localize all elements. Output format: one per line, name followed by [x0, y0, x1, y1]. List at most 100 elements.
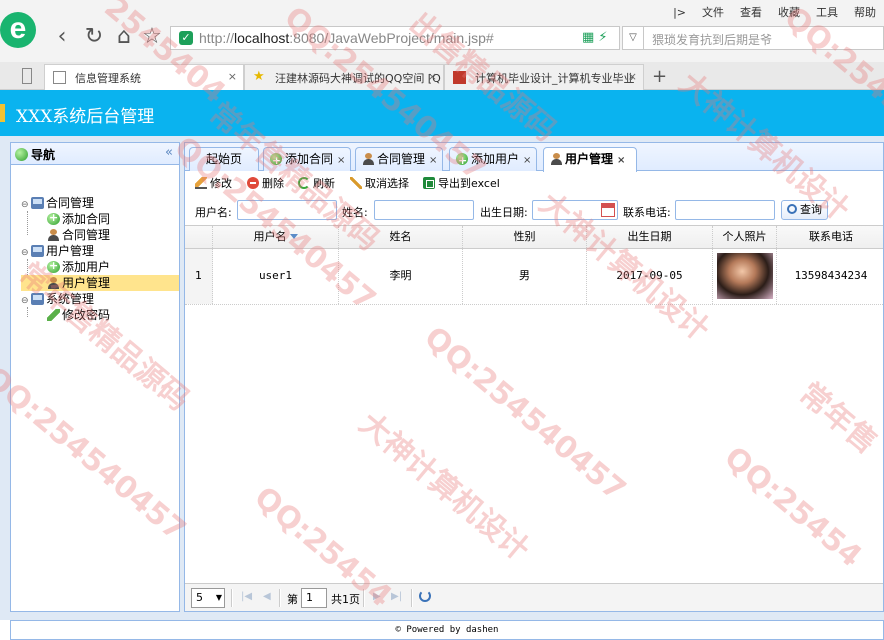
tree-group-system[interactable]: ⊖ 系统管理	[21, 291, 94, 307]
back-icon[interactable]: ‹	[50, 26, 74, 50]
search-form: 用户名: 姓名: 出生日期: 联系电话: 查询	[185, 197, 883, 223]
browser-menu-bar: |> 文件 查看 收藏 工具 帮助	[665, 4, 884, 22]
cancel-select-button[interactable]: 取消选择	[350, 176, 409, 192]
cell-photo	[713, 249, 777, 304]
tab-add-contract[interactable]: 添加合同×	[263, 147, 351, 172]
address-url: http://localhost:8080/JavaWebProject/mai…	[199, 30, 494, 46]
secure-shield-icon: ✓	[179, 31, 193, 45]
address-bar[interactable]: ✓ http://localhost:8080/JavaWebProject/m…	[170, 26, 620, 50]
export-excel-button[interactable]: 导出到excel	[423, 176, 500, 192]
add-icon	[47, 210, 60, 226]
add-icon	[456, 150, 468, 172]
tree-group-user[interactable]: ⊖ 用户管理	[21, 243, 94, 259]
tree-group-contract[interactable]: ⊖ 合同管理	[21, 195, 94, 211]
tab-contract-manage[interactable]: 合同管理 ×	[355, 147, 443, 171]
tab-label: 合同管理	[377, 152, 426, 166]
menu-item-view[interactable]: 查看	[732, 4, 770, 22]
menu-item-sidebar[interactable]: |>	[665, 4, 694, 22]
header-photo[interactable]: 个人照片	[713, 226, 777, 248]
collapse-icon[interactable]: «	[165, 145, 173, 160]
browser-tab-qq-space[interactable]: ★ 汪建林源码大神调试的QQ空间 [Q ×	[244, 64, 444, 90]
birth-label: 出生日期:	[480, 206, 528, 219]
main-area: 导航 « ⊖ 合同管理 添加合同 合同管理 ⊖ 用户管理 添加用户 用户管理	[0, 136, 884, 620]
new-tab-icon[interactable]: +	[652, 66, 667, 87]
name-input[interactable]	[374, 200, 474, 220]
collapse-tree-icon[interactable]: ⊖	[21, 293, 31, 309]
page-tabs: 起始页 添加合同× 合同管理× 添加用户× 用户管理×	[185, 143, 883, 172]
tab-user-manage[interactable]: 用户管理 ×	[543, 147, 637, 172]
tree-item-label: 添加用户	[62, 260, 111, 274]
undo-icon	[350, 177, 362, 189]
refresh-icon	[298, 177, 310, 189]
prev-page-icon[interactable]: ◀	[263, 591, 271, 602]
menu-item-file[interactable]: 文件	[694, 4, 732, 22]
total-pages: 共1页	[331, 593, 360, 606]
collapse-tree-icon[interactable]: ⊖	[21, 245, 31, 261]
tab-home[interactable]: 起始页	[189, 147, 259, 171]
birth-date-input[interactable]	[532, 200, 618, 220]
browser-tabstrip: 信息管理系统 × ★ 汪建林源码大神调试的QQ空间 [Q × 计算机毕业设计_计…	[0, 62, 884, 90]
table-row[interactable]: 1 user1 李明 男 2017-09-05 13598434234	[185, 249, 883, 305]
tree-item-contract-manage[interactable]: 合同管理	[47, 227, 110, 243]
menu-item-tools[interactable]: 工具	[808, 4, 846, 22]
browser-search-input[interactable]: 猥琐发育抗到后期是爷	[644, 26, 884, 50]
tree-item-add-contract[interactable]: 添加合同	[47, 210, 110, 227]
last-page-icon[interactable]: ▶|	[391, 591, 402, 602]
close-icon[interactable]: ×	[337, 155, 345, 166]
pager-refresh-icon[interactable]	[419, 590, 431, 602]
nav-globe-icon	[15, 148, 28, 161]
page-size-select[interactable]: 5	[191, 588, 225, 608]
header-birth[interactable]: 出生日期	[587, 226, 713, 248]
user-icon	[47, 277, 60, 289]
delete-button[interactable]: 删除	[247, 176, 284, 192]
browser-toolbar: e ‹ ↻ ⌂ ☆ ✓ http://localhost:8080/JavaWe…	[0, 0, 884, 62]
folder-icon	[31, 245, 44, 257]
phone-input[interactable]	[675, 200, 775, 220]
next-page-icon[interactable]: ▶	[373, 591, 381, 602]
tree-group-label: 系统管理	[46, 292, 95, 306]
menu-item-help[interactable]: 帮助	[846, 4, 884, 22]
qr-lightning-icon[interactable]: ▦ ⚡	[582, 30, 622, 48]
refresh-button[interactable]: 刷新	[298, 176, 335, 192]
tab-add-user[interactable]: 添加用户×	[449, 147, 537, 172]
browser-logo-icon: e	[0, 12, 36, 48]
close-icon[interactable]: ×	[523, 155, 531, 166]
tree-item-user-manage[interactable]: 用户管理	[21, 275, 179, 291]
reload-icon[interactable]: ↻	[82, 26, 106, 50]
edit-button[interactable]: 修改	[195, 176, 232, 192]
user-photo[interactable]	[717, 253, 773, 299]
browser-tab-info-system[interactable]: 信息管理系统 ×	[44, 64, 244, 90]
tree-item-add-user[interactable]: 添加用户	[47, 258, 111, 275]
header-username[interactable]: 用户名	[213, 226, 339, 248]
close-icon[interactable]: ×	[429, 155, 437, 166]
close-tab-icon[interactable]: ×	[228, 70, 237, 83]
calendar-icon[interactable]	[601, 203, 615, 217]
close-tab-icon[interactable]: ×	[428, 70, 437, 83]
app-header: XXX系统后台管理	[0, 90, 884, 136]
page-number-input[interactable]: 1	[301, 588, 327, 608]
folder-icon	[31, 293, 44, 305]
site-icon	[453, 71, 466, 84]
browser-tab-label: 汪建林源码大神调试的QQ空间 [Q	[275, 72, 441, 85]
address-dropdown-icon[interactable]: ▽	[622, 26, 644, 50]
tree-item-label: 用户管理	[62, 276, 111, 290]
browser-tab-graduation[interactable]: 计算机毕业设计_计算机专业毕业 ×	[444, 64, 644, 90]
header-gender[interactable]: 性别	[463, 226, 587, 248]
header-phone[interactable]: 联系电话	[777, 226, 884, 248]
row-number: 1	[185, 249, 213, 304]
username-input[interactable]	[237, 200, 337, 220]
tree-item-change-password[interactable]: 修改密码	[47, 307, 110, 323]
first-page-icon[interactable]: |◀	[241, 591, 252, 602]
menu-item-favorites[interactable]: 收藏	[770, 4, 808, 22]
sidebar-toggle-icon[interactable]	[22, 68, 32, 84]
header-name[interactable]: 姓名	[339, 226, 463, 248]
close-tab-icon[interactable]: ×	[628, 70, 637, 83]
home-icon[interactable]: ⌂	[112, 26, 136, 50]
grid-toolbar: 修改 删除 刷新 取消选择 导出到excel	[185, 173, 883, 195]
add-icon	[270, 150, 282, 172]
query-button[interactable]: 查询	[781, 200, 828, 220]
close-icon[interactable]: ×	[617, 155, 625, 166]
collapse-tree-icon[interactable]: ⊖	[21, 197, 31, 213]
cell-birth: 2017-09-05	[587, 249, 713, 304]
favorite-star-icon[interactable]: ☆	[140, 26, 164, 50]
